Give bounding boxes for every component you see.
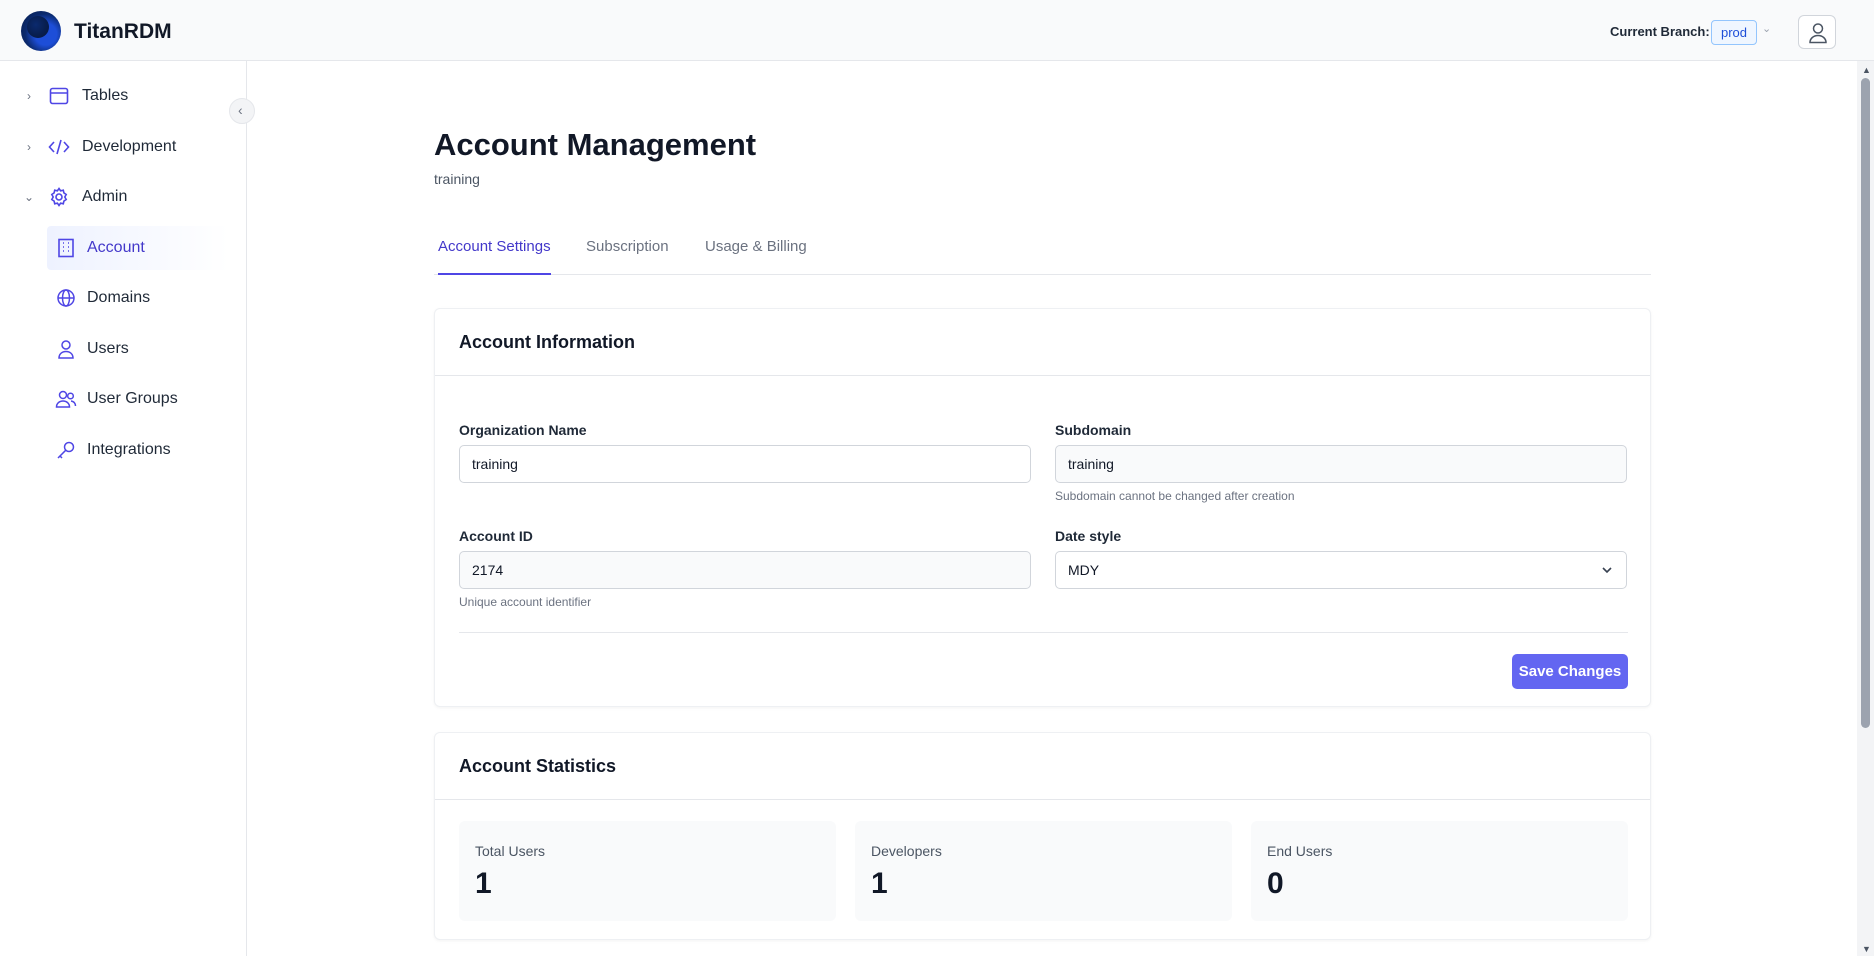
user-icon	[1809, 23, 1827, 44]
scroll-up-arrow-icon[interactable]: ▲	[1862, 65, 1871, 75]
sidebar-item-users[interactable]: Users	[47, 327, 229, 371]
stat-value: 1	[475, 867, 492, 900]
tab-account-settings[interactable]: Account Settings	[438, 238, 551, 275]
building-icon	[55, 237, 77, 259]
sidebar-item-label: Integrations	[87, 441, 171, 458]
stat-total-users: Total Users 1	[459, 821, 836, 921]
sidebar-item-label: Users	[87, 340, 129, 357]
account-id-help-text: Unique account identifier	[459, 595, 592, 609]
stat-value: 1	[871, 867, 888, 900]
stat-developers: Developers 1	[855, 821, 1232, 921]
account-statistics-card: Account Statistics Total Users 1 Develop…	[434, 732, 1651, 940]
branch-select[interactable]: prod	[1711, 20, 1758, 45]
chevron-right-icon: ›	[27, 89, 31, 103]
table-icon	[48, 85, 70, 107]
date-style-value: MDY	[1068, 562, 1100, 578]
tab-usage-billing[interactable]: Usage & Billing	[705, 238, 807, 275]
page-title: Account Management	[434, 127, 757, 162]
sidebar-item-account[interactable]: Account	[47, 226, 229, 270]
chevron-left-icon: ‹	[238, 102, 243, 118]
chevron-right-icon: ›	[27, 140, 31, 154]
code-icon	[48, 136, 70, 158]
vertical-scrollbar[interactable]: ▲ ▼	[1857, 61, 1874, 956]
user-menu-button[interactable]	[1798, 15, 1836, 49]
stat-label: Total Users	[475, 843, 546, 859]
stat-label: Developers	[871, 843, 942, 859]
brand-name: TitanRDM	[74, 20, 172, 43]
organization-name-input[interactable]: training	[459, 445, 1031, 483]
stat-value: 0	[1267, 867, 1284, 900]
sidebar-group-development[interactable]: › Development	[20, 129, 176, 165]
date-style-select[interactable]: MDY	[1055, 551, 1627, 589]
scrollbar-thumb[interactable]	[1861, 78, 1870, 728]
save-changes-button[interactable]: Save Changes	[1512, 654, 1628, 689]
chevron-down-icon	[1602, 567, 1612, 574]
chevron-down-icon[interactable]: ⌄	[1762, 22, 1771, 35]
top-header: TitanRDM Current Branch: prod ⌄	[0, 0, 1874, 61]
tab-subscription[interactable]: Subscription	[586, 238, 669, 275]
page-subtitle: training	[434, 171, 480, 187]
sidebar-group-label: Development	[82, 138, 177, 155]
user-icon	[55, 338, 77, 360]
sidebar-item-user-groups[interactable]: User Groups	[47, 377, 229, 421]
organization-name-label: Organization Name	[459, 422, 587, 438]
sidebar-item-label: Domains	[87, 289, 151, 306]
account-information-card: Account Information Organization Name tr…	[434, 308, 1651, 707]
tab-bar: Account Settings Subscription Usage & Bi…	[434, 228, 1651, 275]
sidebar-group-label: Admin	[82, 188, 128, 205]
subdomain-help-text: Subdomain cannot be changed after creati…	[1055, 489, 1295, 503]
sidebar-group-label: Tables	[82, 87, 129, 104]
current-branch-label: Current Branch:	[1610, 24, 1710, 39]
subdomain-label: Subdomain	[1055, 422, 1132, 438]
chevron-down-icon: ⌄	[23, 190, 35, 204]
sidebar-item-domains[interactable]: Domains	[47, 276, 229, 320]
stat-end-users: End Users 0	[1251, 821, 1628, 921]
account-id-label: Account ID	[459, 528, 533, 544]
card-title: Account Information	[435, 309, 1650, 376]
subdomain-input[interactable]: training	[1055, 445, 1627, 483]
globe-icon	[55, 287, 77, 309]
key-icon	[55, 439, 77, 461]
card-title: Account Statistics	[435, 733, 1650, 800]
gear-icon	[48, 186, 70, 208]
sidebar-group-admin[interactable]: ⌄ Admin	[20, 179, 127, 215]
sidebar-item-label: Account	[87, 239, 145, 256]
form-divider	[459, 632, 1628, 633]
users-icon	[55, 388, 77, 410]
stat-label: End Users	[1267, 843, 1333, 859]
scroll-down-arrow-icon[interactable]: ▼	[1862, 944, 1871, 954]
sidebar-group-tables[interactable]: › Tables	[20, 78, 128, 114]
date-style-label: Date style	[1055, 528, 1122, 544]
collapse-sidebar-button[interactable]: ‹	[229, 98, 255, 124]
account-id-input[interactable]: 2174	[459, 551, 1031, 589]
sidebar-item-integrations[interactable]: Integrations	[47, 428, 229, 472]
titanrdm-logo-icon[interactable]	[21, 11, 61, 51]
sidebar-item-label: User Groups	[87, 390, 178, 407]
